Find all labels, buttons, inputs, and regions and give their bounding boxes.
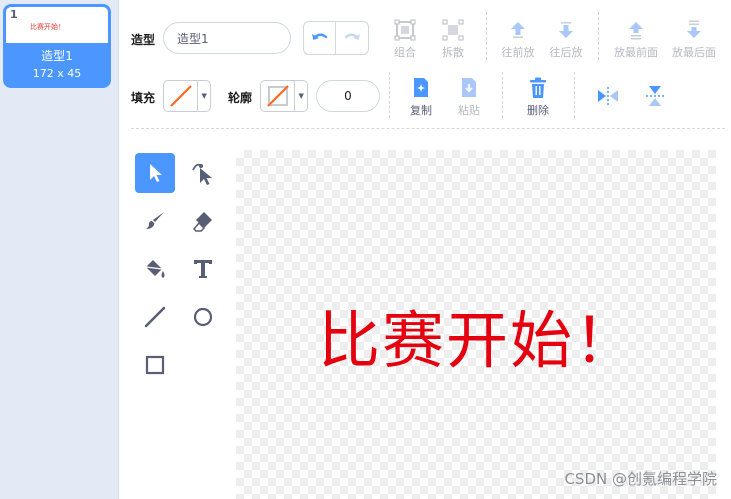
fill-tool[interactable] xyxy=(135,249,175,289)
costume-name-input[interactable] xyxy=(163,22,291,54)
line-tool[interactable] xyxy=(135,297,175,337)
redo-icon xyxy=(344,33,360,40)
paste-label: 粘贴 xyxy=(458,104,480,117)
costume-thumbnail-text: 比赛开始！ xyxy=(30,23,65,31)
text-tool[interactable] xyxy=(183,249,223,289)
circle-icon xyxy=(193,307,213,327)
group-label: 组合 xyxy=(394,46,416,59)
reshape-tool[interactable] xyxy=(183,153,223,193)
costume-number: 1 xyxy=(10,8,18,21)
paint-bucket-icon xyxy=(145,260,165,278)
outline-label: 轮廓 xyxy=(228,91,253,105)
select-tool[interactable] xyxy=(135,153,175,193)
undo-icon xyxy=(311,33,327,40)
fill-color-picker[interactable]: ▼ xyxy=(163,80,211,112)
circle-tool[interactable] xyxy=(183,297,223,337)
watermark: CSDN @创氪编程学院 xyxy=(564,470,717,488)
outline-color-picker[interactable]: ▼ xyxy=(260,80,308,112)
ungroup-label: 拆散 xyxy=(442,46,464,59)
backward-label: 往后放 xyxy=(549,46,583,59)
brush-tool[interactable] xyxy=(135,201,175,241)
arrow-down-icon xyxy=(559,22,573,38)
bring-to-front-icon xyxy=(629,22,643,40)
eraser-tool[interactable] xyxy=(183,201,223,241)
divider xyxy=(389,72,390,118)
chevron-down-icon: ▼ xyxy=(294,81,307,111)
costume-list: 1 比赛开始！ 造型1 172 x 45 xyxy=(0,0,119,499)
chevron-down-icon: ▼ xyxy=(197,81,210,111)
bring-to-front-label: 放最前面 xyxy=(614,46,658,59)
ungroup-icon xyxy=(442,19,464,41)
rectangle-tool[interactable] xyxy=(135,345,175,385)
redo-button[interactable] xyxy=(336,22,368,54)
outline-swatch-icon xyxy=(266,85,289,107)
divider xyxy=(502,72,503,118)
divider xyxy=(486,12,487,60)
copy-icon xyxy=(414,78,428,97)
costume-thumbnail: 1 比赛开始！ xyxy=(6,7,108,43)
send-to-back-button[interactable]: 放最后面 xyxy=(666,18,722,60)
costume-label: 造型 xyxy=(131,33,156,47)
undo-redo-group xyxy=(303,21,369,55)
backward-button[interactable]: 往后放 xyxy=(542,18,590,60)
delete-button[interactable]: 删除 xyxy=(514,76,562,118)
rectangle-icon xyxy=(145,355,165,375)
reshape-icon xyxy=(192,163,212,185)
bring-to-front-button[interactable]: 放最前面 xyxy=(608,18,664,60)
arrow-cursor-icon xyxy=(150,164,162,182)
costume-name: 造型1 xyxy=(41,49,73,63)
canvas-text-object[interactable]: 比赛开始！ xyxy=(318,290,638,380)
paste-button[interactable]: 粘贴 xyxy=(445,76,493,118)
fill-label: 填充 xyxy=(131,91,156,105)
paste-icon xyxy=(462,78,476,97)
toolbar-divider xyxy=(131,128,725,129)
flip-horizontal-button[interactable] xyxy=(584,84,632,108)
fill-swatch-icon xyxy=(169,85,192,107)
send-to-back-icon xyxy=(687,20,701,38)
costume-size: 172 x 45 xyxy=(32,67,82,80)
group-button[interactable]: 组合 xyxy=(381,18,429,60)
copy-button[interactable]: 复制 xyxy=(397,76,445,118)
costume-tile[interactable]: 1 比赛开始！ 造型1 172 x 45 xyxy=(3,4,111,88)
trash-icon xyxy=(530,77,546,98)
flip-vertical-icon xyxy=(646,86,664,106)
undo-button[interactable] xyxy=(304,22,337,54)
send-to-back-label: 放最后面 xyxy=(672,46,716,59)
outline-width-input[interactable]: 0 xyxy=(316,80,380,112)
forward-label: 往前放 xyxy=(501,46,535,59)
line-icon xyxy=(144,306,166,328)
copy-label: 复制 xyxy=(410,104,432,117)
ungroup-button[interactable]: 拆散 xyxy=(429,18,477,60)
text-icon xyxy=(194,260,212,278)
arrow-up-icon xyxy=(511,22,525,38)
brush-icon xyxy=(146,212,164,229)
paint-canvas[interactable]: 比赛开始！ xyxy=(236,150,716,499)
delete-label: 删除 xyxy=(527,104,549,117)
group-icon xyxy=(394,19,416,41)
flip-vertical-button[interactable] xyxy=(631,84,679,108)
forward-button[interactable]: 往前放 xyxy=(494,18,542,60)
eraser-icon xyxy=(192,212,212,232)
divider xyxy=(574,72,575,118)
divider xyxy=(598,12,599,60)
flip-horizontal-icon xyxy=(598,87,618,105)
